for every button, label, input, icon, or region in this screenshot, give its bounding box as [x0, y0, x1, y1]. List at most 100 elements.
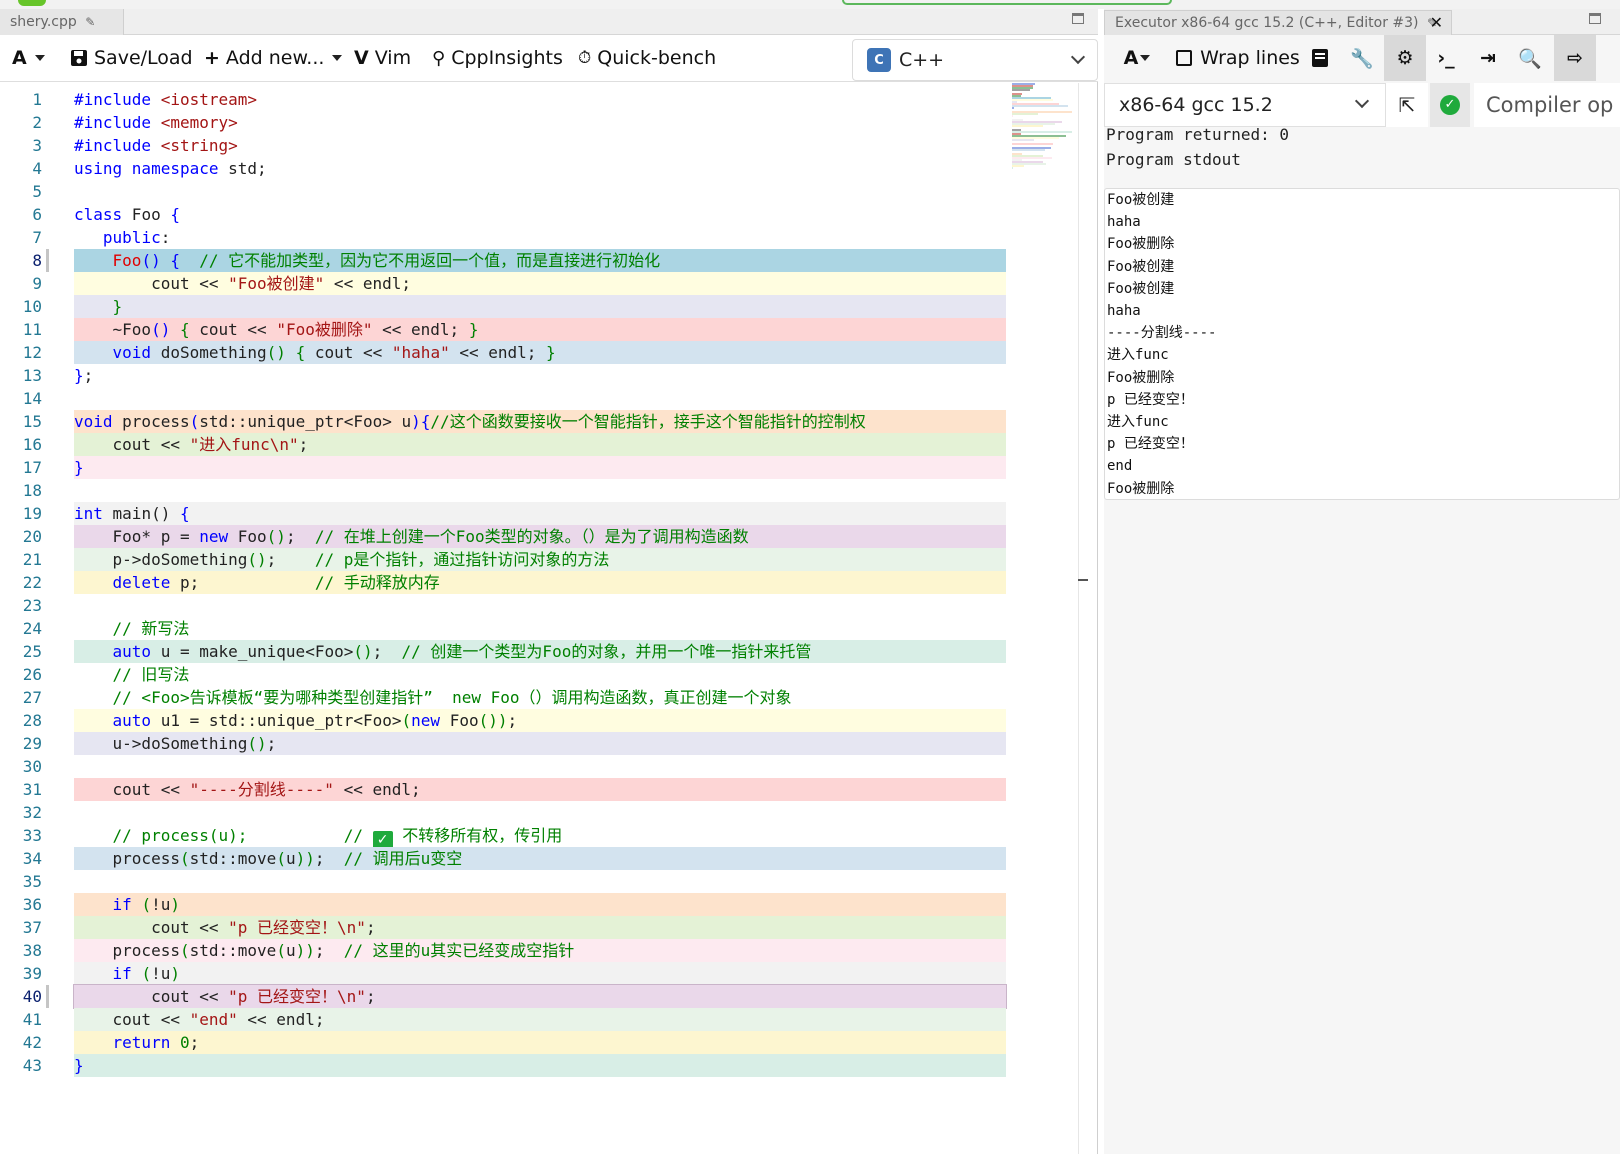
stdout-line: 进入func — [1107, 347, 1169, 364]
code-text: p->doSomething(); // p是个指针，通过指针访问对象的方法 — [74, 548, 1006, 571]
code-line[interactable]: 23 — [0, 594, 1010, 617]
code-line[interactable]: 40 cout << "p 已经变空！\n"; — [0, 984, 1010, 1009]
code-text: // process(u); // ✓ 不转移所有权，传引用 — [112, 826, 563, 849]
wrap-lines-toggle[interactable]: Wrap lines — [1174, 35, 1302, 81]
editor-tab-label: shery.cpp — [10, 14, 77, 30]
code-text: cout << "进入func\n"; — [74, 433, 1006, 456]
code-line[interactable]: 29 u->doSomething(); — [0, 732, 1010, 755]
code-text: }; — [74, 366, 94, 385]
code-text: } — [74, 1054, 1006, 1077]
execution-output-button[interactable]: ⇨ — [1554, 35, 1596, 81]
language-selector[interactable]: C C++ — [852, 39, 1098, 81]
magnifier-icon: ⚲ — [432, 47, 446, 69]
maximize-icon[interactable] — [1589, 13, 1601, 24]
compilation-options-button[interactable]: ⚙ — [1384, 35, 1426, 81]
cppinsights-button[interactable]: ⚲ CppInsights — [432, 45, 563, 71]
cpp-logo-icon: C — [867, 48, 891, 72]
code-line[interactable]: 5 — [0, 180, 1010, 203]
code-line[interactable]: 33 // process(u); // ✓ 不转移所有权，传引用 — [0, 824, 1010, 849]
code-line[interactable]: 12 void doSomething() { cout << "haha" <… — [0, 341, 1010, 364]
add-new-button[interactable]: + Add new... — [204, 45, 343, 71]
minimap[interactable] — [1010, 83, 1084, 179]
minimap-line — [1012, 105, 1068, 107]
popout-button[interactable]: ⇱ — [1386, 83, 1428, 127]
code-line[interactable]: 26 // 旧写法 — [0, 663, 1010, 686]
line-number: 39 — [22, 964, 42, 983]
caret-down-icon — [332, 55, 343, 61]
code-line[interactable]: 7 public: — [0, 226, 1010, 249]
code-line[interactable]: 14 — [0, 387, 1010, 410]
code-editor[interactable]: 1 #include <iostream> 2 #include <memory> 3 #… — [0, 83, 1088, 1154]
code-text: void process(std::unique_ptr<Foo> u){//这… — [74, 410, 1006, 433]
code-line[interactable]: 38 process(std::move(u)); // 这里的u其实已经变成空… — [0, 939, 1010, 962]
code-text: if (!u) — [74, 962, 1006, 985]
stdout-line: 进入func — [1107, 414, 1169, 430]
floppy-disk-icon — [71, 50, 87, 66]
code-line[interactable]: 31 cout << "----分割线----" << endl; — [0, 778, 1010, 801]
settings-button[interactable]: 🔧 — [1342, 35, 1382, 81]
code-line[interactable]: 4 using namespace std; — [0, 157, 1010, 180]
editor-tab[interactable]: shery.cpp ✎ — [0, 9, 124, 35]
font-size-button[interactable]: A — [12, 45, 45, 71]
code-line[interactable]: 28 auto u1 = std::unique_ptr<Foo>(new Fo… — [0, 709, 1010, 732]
code-line[interactable]: 1 #include <iostream> — [0, 88, 1010, 111]
code-line[interactable]: 22 delete p; // 手动释放内存 — [0, 571, 1010, 594]
code-line[interactable]: 25 auto u = make_unique<Foo>(); // 创建一个类… — [0, 640, 1010, 663]
code-line[interactable]: 11 ~Foo() { cout << "Foo被删除" << endl; } — [0, 318, 1010, 341]
code-text: process(std::move(u)); // 调用后u变空 — [74, 847, 1006, 870]
caret-down-icon — [1140, 55, 1151, 61]
stdout-output[interactable]: Foo被创建 haha Foo被删除 Foo被创建 Foo被创建 haha ----分割线-… — [1104, 188, 1620, 500]
code-line[interactable]: 37 cout << "p 已经变空！\n"; — [0, 916, 1010, 939]
code-line[interactable]: 3 #include <string> — [0, 134, 1010, 157]
code-line[interactable]: 36 if (!u) — [0, 893, 1010, 916]
font-size-button[interactable]: A — [1112, 35, 1162, 81]
code-text: // <Foo>告诉模板“要为哪种类型创建指针” new Foo（）调用构造函数… — [112, 688, 792, 707]
editor-scrollbar[interactable] — [1078, 83, 1088, 1154]
execution-args-button[interactable]: ›_ — [1426, 35, 1466, 81]
code-line[interactable]: 18 — [0, 479, 1010, 502]
code-line[interactable]: 32 — [0, 801, 1010, 824]
code-line[interactable]: 41 cout << "end" << endl; — [0, 1008, 1010, 1031]
chevron-down-icon — [1070, 49, 1086, 65]
code-line[interactable]: 43} — [0, 1054, 1010, 1077]
stdin-button[interactable]: ⇥ — [1468, 35, 1508, 81]
program-returned: Program returned: 0 — [1106, 125, 1290, 144]
code-line[interactable]: 30 — [0, 755, 1010, 778]
code-line[interactable]: 39 if (!u) — [0, 962, 1010, 985]
stdout-line: haha — [1107, 303, 1141, 319]
code-line[interactable]: 17} — [0, 456, 1010, 479]
scrollbar-marker — [1078, 579, 1088, 581]
line-number: 13 — [22, 366, 42, 385]
code-line[interactable]: 21 p->doSomething(); // p是个指针，通过指针访问对象的方… — [0, 548, 1010, 571]
compile-status[interactable]: ✓ — [1430, 83, 1470, 127]
vim-button[interactable]: V Vim — [354, 45, 411, 71]
code-line[interactable]: 16 cout << "进入func\n"; — [0, 433, 1010, 456]
compiler-options-input[interactable]: Compiler op — [1474, 83, 1620, 127]
code-line[interactable]: 2 #include <memory> — [0, 111, 1010, 134]
code-line[interactable]: 35 — [0, 870, 1010, 893]
code-line[interactable]: 42 return 0; — [0, 1031, 1010, 1054]
pencil-icon[interactable]: ✎ — [85, 15, 95, 29]
save-load-button[interactable]: Save/Load — [70, 45, 193, 71]
executor-tab[interactable]: Executor x86-64 gcc 15.2 (C++, Editor #3… — [1104, 10, 1452, 35]
compiler-output-button[interactable]: 🔍 — [1510, 35, 1550, 81]
code-line[interactable]: 9 cout << "Foo被创建" << endl; — [0, 272, 1010, 295]
code-line[interactable]: 34 process(std::move(u)); // 调用后u变空 — [0, 847, 1010, 870]
code-line[interactable]: 27 // <Foo>告诉模板“要为哪种类型创建指针” new Foo（）调用构… — [0, 686, 1010, 709]
close-icon[interactable]: ✕ — [1430, 13, 1443, 32]
code-line[interactable]: 10 } — [0, 295, 1010, 318]
code-line[interactable]: 8 Foo() { // 它不能加类型，因为它不用返回一个值，而是直接进行初始化 — [0, 249, 1010, 272]
code-line[interactable]: 6 class Foo { — [0, 203, 1010, 226]
code-line[interactable]: 13}; — [0, 364, 1010, 387]
code-line[interactable]: 20 Foo* p = new Foo(); // 在堆上创建一个Foo类型的对… — [0, 525, 1010, 548]
code-line[interactable]: 15 void process(std::unique_ptr<Foo> u){/… — [0, 410, 1010, 433]
stdout-line: Foo被创建 — [1107, 258, 1175, 275]
quick-bench-button[interactable]: ⏱ Quick-bench — [578, 45, 716, 71]
compiler-selector[interactable]: x86-64 gcc 15.2 — [1104, 83, 1386, 127]
maximize-icon[interactable] — [1072, 13, 1084, 24]
code-line[interactable]: 19 int main() { — [0, 502, 1010, 525]
code-line[interactable]: 24 // 新写法 — [0, 617, 1010, 640]
editor-toolbar: A Save/Load + Add new... V Vim ⚲ CppInsi… — [0, 35, 1098, 82]
compiler-args-button[interactable] — [1300, 35, 1340, 81]
